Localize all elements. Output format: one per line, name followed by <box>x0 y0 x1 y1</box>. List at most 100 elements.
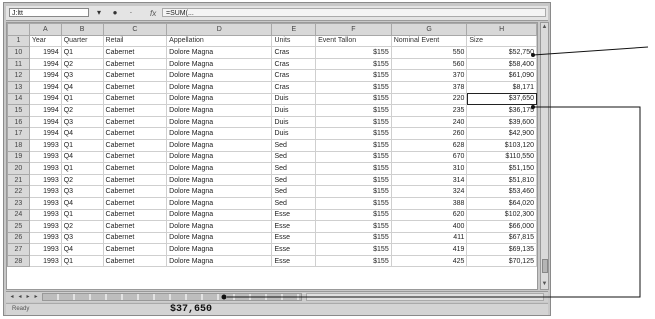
table-cell[interactable]: Cras <box>271 46 317 59</box>
prev-sheet-icon[interactable]: ◂ <box>16 292 24 302</box>
table-cell[interactable]: 378 <box>390 80 468 94</box>
table-cell[interactable]: 628 <box>390 138 468 152</box>
row-number[interactable]: 15 <box>7 104 30 117</box>
table-cell[interactable]: Q1 <box>60 92 104 106</box>
table-cell[interactable]: 1993 <box>28 208 62 222</box>
table-cell[interactable]: $70,125 <box>466 254 537 268</box>
table-cell[interactable]: Duis <box>271 104 317 117</box>
table-cell[interactable]: Dolore Magna <box>166 220 273 233</box>
table-cell[interactable]: Cras <box>271 57 317 71</box>
table-cell[interactable]: Q3 <box>60 231 104 245</box>
table-cell[interactable]: Dolore Magna <box>166 80 273 94</box>
table-cell[interactable]: $102,300 <box>466 208 537 222</box>
table-cell[interactable]: $155 <box>315 208 392 222</box>
table-cell[interactable]: $8,171 <box>466 80 537 94</box>
table-cell[interactable]: Cabernet <box>102 150 168 164</box>
name-box[interactable]: J:ltt <box>9 8 89 17</box>
table-cell[interactable]: Dolore Magna <box>166 104 273 117</box>
table-cell[interactable]: Sed <box>271 150 317 164</box>
table-cell[interactable]: $67,815 <box>466 231 537 245</box>
table-cell[interactable]: Dolore Magna <box>166 150 273 164</box>
table-cell[interactable]: Q3 <box>60 115 104 129</box>
table-cell[interactable]: Cabernet <box>102 220 168 233</box>
table-cell[interactable]: Q2 <box>60 57 104 71</box>
table-cell[interactable]: $58,400 <box>466 57 537 71</box>
table-cell[interactable]: Cras <box>271 69 317 82</box>
table-cell[interactable]: 419 <box>390 243 468 256</box>
table-cell[interactable]: Q4 <box>60 127 104 140</box>
table-cell[interactable]: 560 <box>390 57 468 71</box>
formula-input[interactable]: =SUM(... <box>162 8 546 17</box>
table-cell[interactable]: $155 <box>315 243 392 256</box>
table-cell[interactable]: 220 <box>390 92 468 106</box>
table-cell[interactable]: Cabernet <box>102 57 168 71</box>
table-cell[interactable]: Dolore Magna <box>166 138 273 152</box>
row-number[interactable]: 11 <box>7 57 30 71</box>
table-cell[interactable]: 1994 <box>28 104 62 117</box>
row-number[interactable]: 26 <box>7 231 30 245</box>
table-cell[interactable]: $155 <box>315 185 392 198</box>
table-cell[interactable]: 1994 <box>28 57 62 71</box>
worksheet-grid[interactable]: A B C D E F G H 1 Year Quarter Retail Ap… <box>6 22 538 290</box>
header-cell[interactable]: Appellation <box>166 34 273 48</box>
column-header[interactable]: G <box>390 23 468 36</box>
row-number[interactable]: 12 <box>7 69 30 82</box>
table-cell[interactable]: 1993 <box>28 150 62 164</box>
table-cell[interactable]: $36,175 <box>466 104 537 117</box>
table-cell[interactable]: Dolore Magna <box>166 185 273 198</box>
header-cell[interactable]: Year <box>28 34 62 48</box>
row-number[interactable]: 28 <box>7 254 30 268</box>
column-header[interactable]: E <box>271 23 317 36</box>
next-sheet-icon[interactable]: ▸ <box>24 292 32 302</box>
table-cell[interactable]: Duis <box>271 92 317 106</box>
row-number[interactable]: 14 <box>7 92 30 106</box>
table-cell[interactable]: $103,120 <box>466 138 537 152</box>
row-number[interactable]: 25 <box>7 220 30 233</box>
row-number[interactable]: 19 <box>7 150 30 164</box>
table-cell[interactable]: 620 <box>390 208 468 222</box>
last-sheet-icon[interactable]: ▸ <box>32 292 40 302</box>
first-sheet-icon[interactable]: ◂ <box>8 292 16 302</box>
row-number[interactable]: 16 <box>7 115 30 129</box>
table-cell[interactable]: $155 <box>315 80 392 94</box>
table-cell[interactable]: 1993 <box>28 220 62 233</box>
table-cell[interactable]: 1993 <box>28 254 62 268</box>
table-cell[interactable]: Dolore Magna <box>166 115 273 129</box>
table-cell[interactable]: $155 <box>315 150 392 164</box>
table-cell[interactable]: 425 <box>390 254 468 268</box>
row-number[interactable]: 27 <box>7 243 30 256</box>
table-cell[interactable]: $155 <box>315 173 392 187</box>
table-cell[interactable]: Q2 <box>60 173 104 187</box>
table-cell[interactable]: 1994 <box>28 127 62 140</box>
table-cell[interactable]: Cabernet <box>102 208 168 222</box>
table-cell[interactable]: 1993 <box>28 231 62 245</box>
fx-icon[interactable]: fx <box>150 7 156 21</box>
row-number[interactable]: 13 <box>7 80 30 94</box>
row-number[interactable]: 18 <box>7 138 30 152</box>
table-cell[interactable]: 1993 <box>28 173 62 187</box>
table-cell[interactable]: Dolore Magna <box>166 231 273 245</box>
table-cell[interactable]: Dolore Magna <box>166 243 273 256</box>
table-cell[interactable]: $64,020 <box>466 196 537 210</box>
table-cell[interactable]: 240 <box>390 115 468 129</box>
table-cell[interactable]: Cabernet <box>102 127 168 140</box>
table-cell[interactable]: Dolore Magna <box>166 254 273 268</box>
row-number[interactable]: 22 <box>7 185 30 198</box>
table-cell[interactable]: Cabernet <box>102 185 168 198</box>
table-cell[interactable]: Cabernet <box>102 196 168 210</box>
scroll-up-icon[interactable]: ▲ <box>541 24 548 30</box>
table-cell[interactable]: $52,750 <box>466 46 537 59</box>
table-cell[interactable]: Sed <box>271 185 317 198</box>
header-cell[interactable]: Units <box>271 34 317 48</box>
table-cell[interactable]: Dolore Magna <box>166 46 273 59</box>
table-cell[interactable]: Dolore Magna <box>166 208 273 222</box>
table-cell[interactable]: 260 <box>390 127 468 140</box>
table-cell[interactable]: 411 <box>390 231 468 245</box>
sheet-tabs[interactable] <box>42 293 302 301</box>
table-cell[interactable]: 1993 <box>28 162 62 175</box>
table-cell[interactable]: 1994 <box>28 69 62 82</box>
table-cell[interactable]: 1993 <box>28 243 62 256</box>
table-cell[interactable]: 1994 <box>28 115 62 129</box>
table-cell[interactable]: Cabernet <box>102 231 168 245</box>
dropdown-arrow-icon[interactable]: ▾ <box>94 7 104 18</box>
